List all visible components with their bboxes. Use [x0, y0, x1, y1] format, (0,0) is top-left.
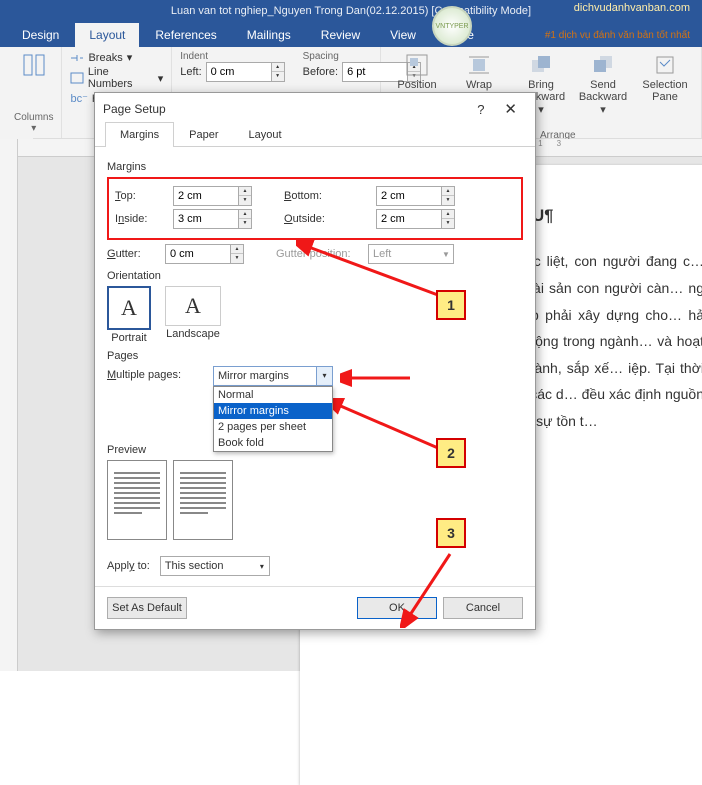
- chevron-down-icon[interactable]: ▾: [255, 562, 269, 571]
- margin-top-label: Top:: [115, 190, 167, 202]
- cancel-button[interactable]: Cancel: [443, 597, 523, 619]
- callout-1: 1: [436, 290, 466, 320]
- selection-pane-icon: [637, 51, 693, 79]
- ribbon-columns-group: Columns ▾: [6, 47, 62, 138]
- dialog-tab-paper[interactable]: Paper: [174, 122, 233, 147]
- line-numbers-icon: [70, 72, 83, 84]
- preview-page-right: [173, 460, 233, 540]
- orientation-landscape[interactable]: A Landscape: [165, 286, 221, 344]
- margin-outside-input[interactable]: ▲▼: [376, 209, 455, 229]
- multiple-pages-label: Multiple pages:: [107, 366, 205, 381]
- columns-icon: [20, 51, 48, 79]
- send-backward-button[interactable]: Send Backward ▾: [575, 51, 631, 134]
- option-book-fold[interactable]: Book fold: [214, 435, 332, 451]
- close-button[interactable]: ✕: [494, 100, 527, 118]
- vertical-ruler: [0, 139, 18, 671]
- tab-mailings[interactable]: Mailings: [233, 23, 305, 47]
- margin-inside-label: Inside:: [115, 213, 167, 225]
- columns-button[interactable]: Columns ▾: [14, 112, 53, 134]
- breaks-icon: [70, 52, 84, 64]
- window-title: Luan van tot nghiep_Nguyen Trong Dan(02.…: [171, 5, 531, 17]
- apply-to-select[interactable]: This section▾: [160, 556, 270, 576]
- option-normal[interactable]: Normal: [214, 387, 332, 403]
- indent-left-input[interactable]: ▲▼: [206, 62, 285, 82]
- dialog-titlebar[interactable]: Page Setup ? ✕: [95, 93, 535, 125]
- margin-inside-input[interactable]: ▲▼: [173, 209, 252, 229]
- apply-to-label: Apply to:: [107, 560, 150, 572]
- page-setup-dialog: Page Setup ? ✕ Margins Paper Layout Marg…: [94, 92, 536, 630]
- titlebar: Luan van tot nghiep_Nguyen Trong Dan(02.…: [0, 0, 702, 22]
- indent-left-label: Left:: [180, 66, 201, 78]
- dialog-title: Page Setup: [103, 102, 166, 116]
- bring-forward-icon: [513, 51, 569, 79]
- landscape-icon: A: [185, 293, 201, 319]
- portrait-icon: A: [121, 295, 137, 321]
- margin-outside-label: Outside:: [284, 213, 370, 225]
- ok-button[interactable]: OK: [357, 597, 437, 619]
- selection-pane-button[interactable]: Selection Pane: [637, 51, 693, 134]
- spin-down-icon[interactable]: ▼: [239, 196, 251, 204]
- chevron-down-icon[interactable]: ▾: [316, 367, 332, 385]
- multiple-pages-dropdown: Normal Mirror margins 2 pages per sheet …: [213, 386, 333, 452]
- landscape-label: Landscape: [166, 328, 220, 340]
- watermark-tagline: #1 dịch vụ đánh văn bản tốt nhất: [545, 30, 690, 41]
- tab-view[interactable]: View: [376, 23, 430, 47]
- line-numbers-button[interactable]: Line Numbers ▾: [70, 66, 163, 90]
- hyphenation-icon: bc⁻: [70, 92, 87, 105]
- option-2-pages[interactable]: 2 pages per sheet: [214, 419, 332, 435]
- margins-highlight-box: Top: ▲▼ Bottom: ▲▼ Inside: ▲▼ Outside: ▲…: [107, 177, 523, 240]
- preview-page-left: [107, 460, 167, 540]
- dialog-tab-margins[interactable]: Margins: [105, 122, 174, 147]
- margin-bottom-label: Bottom:: [284, 190, 370, 202]
- tab-layout[interactable]: Layout: [75, 23, 139, 47]
- spin-up-icon[interactable]: ▲: [239, 187, 251, 196]
- portrait-label: Portrait: [111, 332, 146, 344]
- send-backward-icon: [575, 51, 631, 79]
- tab-references[interactable]: References: [141, 23, 230, 47]
- watermark-url: dichvudanhvanban.com: [574, 2, 690, 14]
- indent-label: Indent: [180, 51, 284, 62]
- chevron-down-icon: ▼: [439, 250, 453, 259]
- spacing-before-label: Before:: [303, 66, 338, 78]
- orientation-section-label: Orientation: [107, 270, 523, 282]
- position-icon: [389, 51, 445, 79]
- set-as-default-button[interactable]: Set As Default: [107, 597, 187, 619]
- dialog-tab-layout[interactable]: Layout: [233, 122, 296, 147]
- gutter-label: Gutter:: [107, 248, 159, 260]
- callout-2: 2: [436, 438, 466, 468]
- callout-3: 3: [436, 518, 466, 548]
- option-mirror-margins[interactable]: Mirror margins: [214, 403, 332, 419]
- wrap-icon: [451, 51, 507, 79]
- multiple-pages-select[interactable]: Mirror margins ▾: [213, 366, 333, 386]
- gutter-position-label: Gutter position:: [276, 248, 362, 260]
- tab-design[interactable]: Design: [8, 23, 73, 47]
- gutter-input[interactable]: ▲▼: [165, 244, 244, 264]
- tab-review[interactable]: Review: [307, 23, 374, 47]
- margin-top-input[interactable]: ▲▼: [173, 186, 252, 206]
- orientation-portrait[interactable]: A Portrait: [107, 286, 151, 344]
- pages-section-label: Pages: [107, 350, 523, 362]
- breaks-button[interactable]: Breaks ▾: [70, 51, 163, 64]
- watermark-logo: VNTYPER: [432, 6, 472, 46]
- help-button[interactable]: ?: [467, 102, 494, 117]
- margin-bottom-input[interactable]: ▲▼: [376, 186, 455, 206]
- margins-section-label: Margins: [107, 161, 523, 173]
- gutter-position-select: Left▼: [368, 244, 454, 264]
